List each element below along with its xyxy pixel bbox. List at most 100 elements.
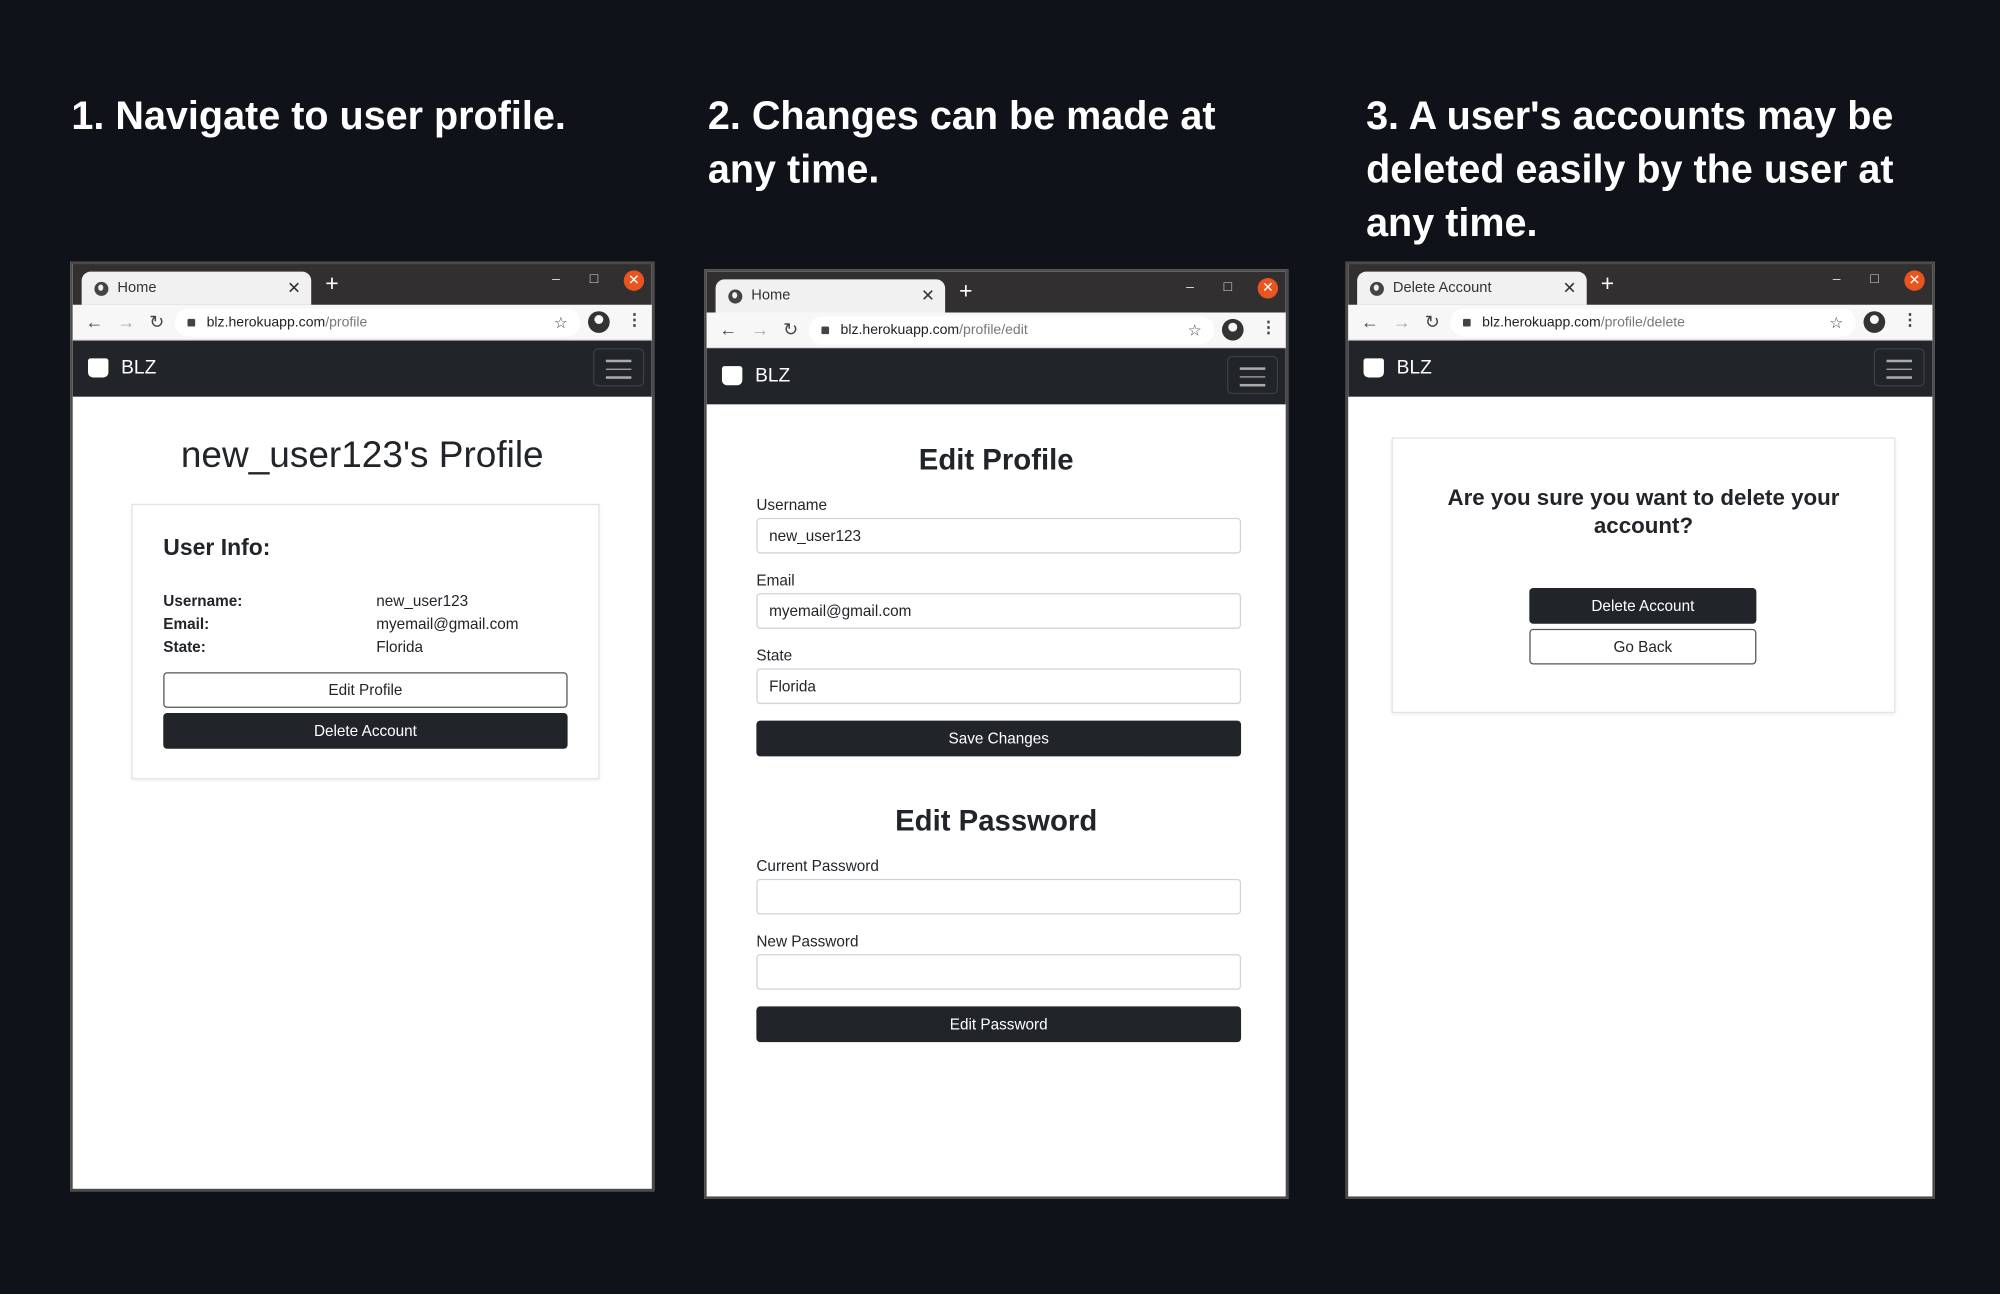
address-bar[interactable]: blz.herokuapp.com/profile/delete ☆ xyxy=(1450,308,1856,337)
delete-confirm-card xyxy=(1391,437,1896,714)
maximize-button[interactable]: □ xyxy=(590,272,598,287)
forward-icon[interactable]: → xyxy=(751,319,769,339)
hamburger-menu-button[interactable] xyxy=(593,348,645,387)
info-labels: Username: Email: State: xyxy=(163,589,242,658)
url-host: blz.herokuapp.com xyxy=(840,322,960,339)
close-window-button[interactable]: ✕ xyxy=(1257,278,1279,299)
address-bar[interactable]: blz.herokuapp.com/profile/edit ☆ xyxy=(808,316,1215,345)
tab-title: Delete Account xyxy=(1392,280,1492,296)
state-label: State: xyxy=(163,637,206,656)
browser-tab[interactable]: Delete Account ✕ xyxy=(1357,271,1587,305)
new-tab-button[interactable]: + xyxy=(959,278,972,305)
step-3-caption: 3. A user's accounts may be deleted easi… xyxy=(1366,93,1894,245)
email-input[interactable]: myemail@gmail.com xyxy=(756,593,1242,629)
site-navbar: BLZ xyxy=(706,348,1286,405)
step-1-caption: 1. Navigate to user profile. xyxy=(71,93,566,138)
username-input[interactable]: new_user123 xyxy=(756,517,1242,554)
minimize-button[interactable]: – xyxy=(1833,272,1841,287)
minimize-button[interactable]: – xyxy=(552,272,560,287)
new-tab-button[interactable]: + xyxy=(325,270,338,297)
scroll-logo-icon xyxy=(1363,358,1384,378)
new-tab-button[interactable]: + xyxy=(1601,270,1614,297)
reload-icon[interactable]: ↻ xyxy=(783,319,798,341)
user-info-heading: User Info: xyxy=(163,534,271,560)
lock-icon xyxy=(187,318,196,327)
browser-window-delete: Delete Account ✕ + – □ ✕ ← → ↻ blz.heroku… xyxy=(1345,261,1935,1199)
email-label: Email: xyxy=(163,614,210,633)
url-host: blz.herokuapp.com xyxy=(206,315,326,331)
profile-icon[interactable] xyxy=(1221,318,1244,341)
bookmark-star-icon[interactable]: ☆ xyxy=(1829,314,1843,332)
scroll-logo-icon xyxy=(88,358,109,378)
hamburger-menu-button[interactable] xyxy=(1873,348,1925,387)
brand-link[interactable]: BLZ xyxy=(1397,357,1432,379)
page-title: new_user123's Profile xyxy=(180,434,544,476)
scroll-logo-icon xyxy=(721,366,743,386)
bookmark-star-icon[interactable]: ☆ xyxy=(554,314,568,332)
username-label: Username xyxy=(756,496,827,515)
tab-title: Home xyxy=(117,280,157,296)
close-window-button[interactable]: ✕ xyxy=(1904,270,1925,291)
current-password-input[interactable] xyxy=(756,878,1242,915)
back-icon[interactable]: ← xyxy=(85,311,103,331)
menu-dots-icon[interactable]: ⋮ xyxy=(626,310,643,330)
back-icon[interactable]: ← xyxy=(1361,311,1379,331)
state-input[interactable]: Florida xyxy=(756,668,1242,705)
close-window-button[interactable]: ✕ xyxy=(623,270,645,291)
browser-tab[interactable]: Home ✕ xyxy=(81,271,312,305)
reload-icon[interactable]: ↻ xyxy=(1425,311,1440,333)
edit-password-button[interactable]: Edit Password xyxy=(756,1006,1242,1043)
brand-link[interactable]: BLZ xyxy=(755,365,790,387)
new-password-input[interactable] xyxy=(756,954,1242,990)
confirm-delete-button[interactable]: Delete Account xyxy=(1529,588,1757,624)
bookmark-star-icon[interactable]: ☆ xyxy=(1188,321,1202,339)
current-password-label: Current Password xyxy=(756,857,879,875)
info-values: new_user123 myemail@gmail.com Florida xyxy=(376,589,518,658)
browser-window-profile: Home ✕ + – □ ✕ ← → ↻ blz.herokuapp.com/pr… xyxy=(70,261,655,1192)
forward-icon[interactable]: → xyxy=(1393,311,1411,331)
delete-account-button[interactable]: Delete Account xyxy=(163,713,568,749)
step-2-caption: 2. Changes can be made at any time. xyxy=(707,93,1216,192)
menu-dots-icon[interactable]: ⋮ xyxy=(1260,318,1277,338)
toolbar: ← → ↻ blz.herokuapp.com/profile/edit ☆ ⋮ xyxy=(706,312,1286,349)
globe-icon xyxy=(1369,281,1384,296)
go-back-button[interactable]: Go Back xyxy=(1529,628,1757,665)
new-password-label: New Password xyxy=(756,932,859,951)
address-bar[interactable]: blz.herokuapp.com/profile ☆ xyxy=(174,308,581,337)
profile-icon[interactable] xyxy=(1863,311,1886,333)
toolbar: ← → ↻ blz.herokuapp.com/profile/delete ☆ … xyxy=(1348,304,1933,341)
state-value: Florida xyxy=(376,637,424,656)
browser-window-edit: Home ✕ + – □ ✕ ← → ↻ blz.herokuapp.com/pr… xyxy=(704,269,1289,1199)
username-value: new_user123 xyxy=(376,591,469,610)
edit-profile-button[interactable]: Edit Profile xyxy=(163,672,568,708)
edit-profile-heading: Edit Profile xyxy=(918,442,1074,476)
globe-icon xyxy=(94,281,109,296)
lock-icon xyxy=(1463,318,1471,327)
url-path: /profile/edit xyxy=(959,322,1028,339)
site-navbar: BLZ xyxy=(1348,340,1933,397)
url-host: blz.herokuapp.com xyxy=(1482,315,1601,331)
delete-question: Are you sure you want to delete your acc… xyxy=(1447,484,1840,539)
save-changes-button[interactable]: Save Changes xyxy=(756,720,1242,757)
tab-bar: Home ✕ + – □ ✕ xyxy=(706,271,1286,313)
tab-title: Home xyxy=(751,288,791,304)
profile-icon[interactable] xyxy=(588,311,610,333)
forward-icon[interactable]: → xyxy=(117,311,135,331)
minimize-button[interactable]: – xyxy=(1186,279,1194,294)
reload-icon[interactable]: ↻ xyxy=(149,311,164,333)
maximize-button[interactable]: □ xyxy=(1870,272,1878,287)
state-label: State xyxy=(756,646,793,665)
hamburger-menu-button[interactable] xyxy=(1227,355,1279,395)
maximize-button[interactable]: □ xyxy=(1224,279,1232,294)
brand-link[interactable]: BLZ xyxy=(121,357,156,379)
url-path: /profile/delete xyxy=(1600,315,1685,331)
browser-tab[interactable]: Home ✕ xyxy=(715,279,946,313)
close-tab-icon[interactable]: ✕ xyxy=(287,278,301,298)
email-label: Email xyxy=(756,571,795,590)
edit-password-heading: Edit Password xyxy=(895,803,1098,837)
menu-dots-icon[interactable]: ⋮ xyxy=(1902,310,1919,330)
close-tab-icon[interactable]: ✕ xyxy=(1563,278,1577,298)
close-tab-icon[interactable]: ✕ xyxy=(921,286,935,306)
back-icon[interactable]: ← xyxy=(719,319,737,339)
globe-icon xyxy=(728,288,743,303)
